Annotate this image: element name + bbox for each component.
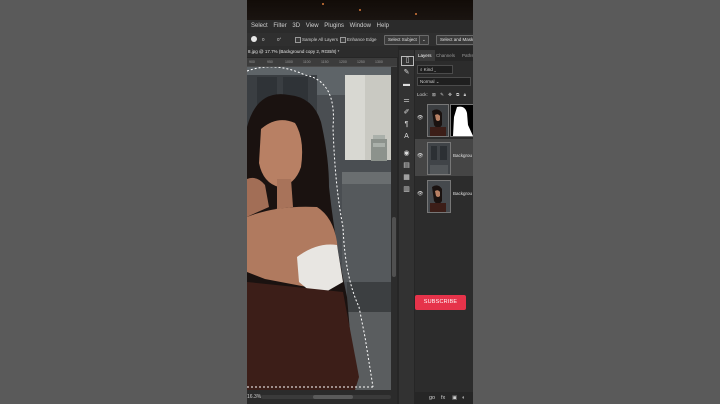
ruler-tick: 1250 <box>357 60 365 64</box>
sample-all-layers-label: Sample All Layers <box>302 37 339 42</box>
menu-window[interactable]: Window <box>350 23 371 29</box>
horizontal-scrollbar-thumb[interactable] <box>313 395 353 399</box>
fx-icon[interactable]: fx <box>441 392 445 404</box>
canvas-photo <box>247 67 391 390</box>
brush-angle[interactable]: 0° <box>277 33 281 46</box>
document-title: 8.jpg @ 17.7% (Background copy 2, RGB/8)… <box>248 49 340 54</box>
document-tab[interactable]: 8.jpg @ 17.7% (Background copy 2, RGB/8)… <box>247 46 398 57</box>
lock-paint-icon[interactable]: ✎ <box>440 92 444 97</box>
brush-icon[interactable]: ✎ <box>401 68 412 78</box>
layers-panel: Layers Channels Paths ⌕ Kind ⌄ Normal ⌄ … <box>415 50 473 404</box>
tab-channels[interactable]: Channels <box>433 50 458 61</box>
menu-filter[interactable]: Filter <box>273 23 286 29</box>
photoshop-window: Select Filter 3D View Plugins Window Hel… <box>247 0 473 404</box>
lock-row: Lock: ⊠ ✎ ✥ ⧉ 🔒︎ <box>417 90 469 99</box>
ruler-tick: 900 <box>249 60 255 64</box>
ruler-tick: 1100 <box>303 60 311 64</box>
layer-row[interactable]: 👁︎ <box>415 101 473 138</box>
link-layers-icon[interactable]: go <box>429 392 435 404</box>
lock-move-icon[interactable]: ✥ <box>448 92 452 97</box>
select-and-mask-button[interactable]: Select and Mask... <box>436 35 473 45</box>
layer-name: Backgrou <box>453 191 473 196</box>
ember-spark <box>322 3 324 5</box>
layer-row[interactable]: 👁︎ Backgrou <box>415 139 473 176</box>
select-subject-button[interactable]: Select Subject <box>384 35 421 45</box>
history-icon[interactable]: ▯ <box>401 56 414 66</box>
select-subject-dropdown-icon[interactable]: ⌄ <box>419 35 429 45</box>
character-icon[interactable]: A <box>401 132 412 142</box>
adjustment-layer-icon[interactable]: ◐ <box>462 392 465 404</box>
enhance-edge-checkbox[interactable] <box>340 37 346 43</box>
canvas-vertical-scrollbar[interactable] <box>391 67 397 390</box>
panel-icon-strip: ▯ ✎ ▬ ⚌ ✐ ¶ A ◉ ▤ ▦ ▥ <box>399 50 414 404</box>
brush-preset-icon[interactable] <box>251 36 257 42</box>
options-bar: 0 0° Sample All Layers Enhance Edge Sele… <box>247 33 473 46</box>
window-top-strip <box>247 0 473 20</box>
lock-pixels-icon[interactable]: ⊠ <box>432 92 436 97</box>
paragraph-icon[interactable]: ¶ <box>401 120 412 130</box>
visibility-eye-icon[interactable]: 👁︎ <box>417 115 423 121</box>
side-letterbox-right <box>473 0 720 404</box>
blend-mode-value: Normal <box>420 79 435 84</box>
scrollbar-thumb[interactable] <box>392 217 396 277</box>
layers-panel-tabs: Layers Channels Paths <box>415 50 473 61</box>
ruler-tick: 1200 <box>339 60 347 64</box>
menu-help[interactable]: Help <box>377 23 389 29</box>
layer-row[interactable]: 👁︎ Backgrou <box>415 177 473 214</box>
horizontal-ruler: 900 950 1000 1100 1150 1200 1250 1300 <box>247 58 397 67</box>
layer-name: Backgrou <box>453 153 473 158</box>
enhance-edge-label: Enhance Edge <box>347 37 377 42</box>
menu-bar: Select Filter 3D View Plugins Window Hel… <box>247 20 473 33</box>
layer-thumbnail <box>427 104 449 137</box>
ember-spark <box>359 9 361 11</box>
subscribe-button[interactable]: SUBSCRIBE <box>415 295 466 310</box>
menu-plugins[interactable]: Plugins <box>324 23 344 29</box>
visibility-eye-icon[interactable]: 👁︎ <box>417 191 423 197</box>
brush-size[interactable]: 0 <box>262 33 265 46</box>
layer-mask-thumbnail[interactable] <box>450 104 473 137</box>
ruler-tick: 1150 <box>321 60 329 64</box>
layers-panel-footer: go fx ▣ ◐ <box>415 392 473 404</box>
ruler-tick: 1300 <box>375 60 383 64</box>
properties-icon[interactable]: ▤ <box>401 161 412 171</box>
adjust-icon[interactable]: ⚌ <box>401 96 412 106</box>
side-letterbox-left <box>0 0 247 404</box>
comment-icon[interactable]: ▬ <box>401 80 412 90</box>
lock-all-icon[interactable]: 🔒︎ <box>464 92 466 97</box>
channels-icon[interactable]: ▥ <box>401 185 412 195</box>
visibility-eye-icon[interactable]: 👁︎ <box>417 153 423 159</box>
tab-paths[interactable]: Paths <box>459 50 473 61</box>
horizontal-scrollbar[interactable] <box>261 395 391 399</box>
ember-spark <box>415 13 417 15</box>
document-canvas[interactable] <box>247 67 391 390</box>
lock-label: Lock: <box>417 92 428 97</box>
sample-all-layers-checkbox[interactable] <box>295 37 301 43</box>
tab-layers[interactable]: Layers <box>415 50 435 61</box>
zoom-readout[interactable]: 16.3% <box>247 394 261 400</box>
lock-artboard-icon[interactable]: ⧉ <box>456 92 459 97</box>
kind-filter-label: Kind <box>423 67 433 72</box>
swatches-icon[interactable]: ▦ <box>401 173 412 183</box>
layer-thumbnail <box>427 142 451 175</box>
layer-comps-icon[interactable]: ◉ <box>401 149 412 159</box>
brush-settings-icon[interactable]: ✐ <box>401 108 412 118</box>
menu-select[interactable]: Select <box>251 23 268 29</box>
menu-view[interactable]: View <box>306 23 319 29</box>
ruler-tick: 950 <box>267 60 273 64</box>
blend-mode-select[interactable]: Normal ⌄ <box>417 77 471 86</box>
ruler-tick: 1000 <box>285 60 293 64</box>
layer-thumbnail <box>427 180 451 213</box>
kind-filter-select[interactable]: ⌕ Kind ⌄ <box>417 65 453 74</box>
add-mask-icon[interactable]: ▣ <box>452 392 457 404</box>
status-bar: 16.3% <box>247 390 397 404</box>
menu-3d[interactable]: 3D <box>292 23 300 29</box>
